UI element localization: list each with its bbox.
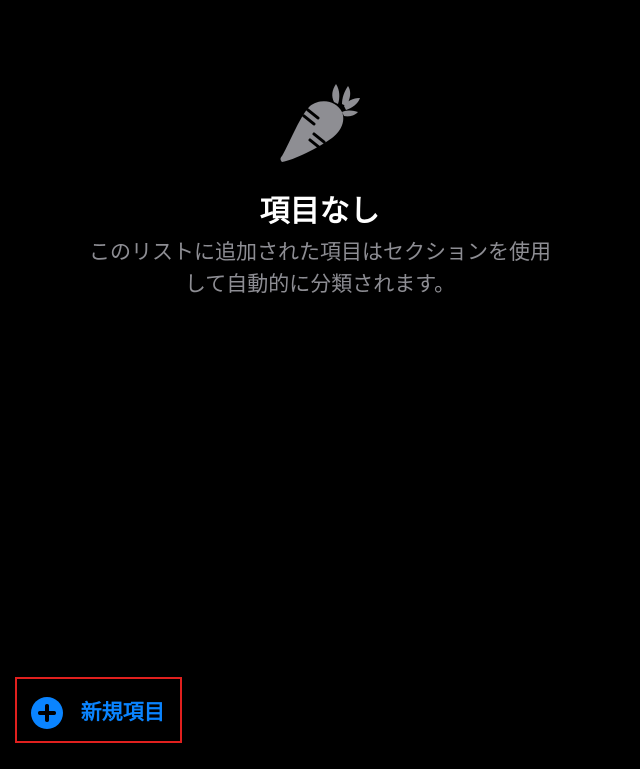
empty-title: 項目なし xyxy=(260,194,380,229)
carrot-icon xyxy=(280,84,360,162)
new-item-button[interactable]: 新規項目 xyxy=(15,677,182,743)
plus-circle-icon[interactable] xyxy=(31,697,63,729)
new-item-label[interactable]: 新規項目 xyxy=(81,697,165,727)
empty-description-line-2: して自動的に分類されます。 xyxy=(184,272,456,296)
empty-description-line-1: このリストに追加された項目はセクションを使用 xyxy=(89,240,551,264)
empty-description: このリストに追加された項目はセクションを使用 して自動的に分類されます。 xyxy=(60,236,580,300)
